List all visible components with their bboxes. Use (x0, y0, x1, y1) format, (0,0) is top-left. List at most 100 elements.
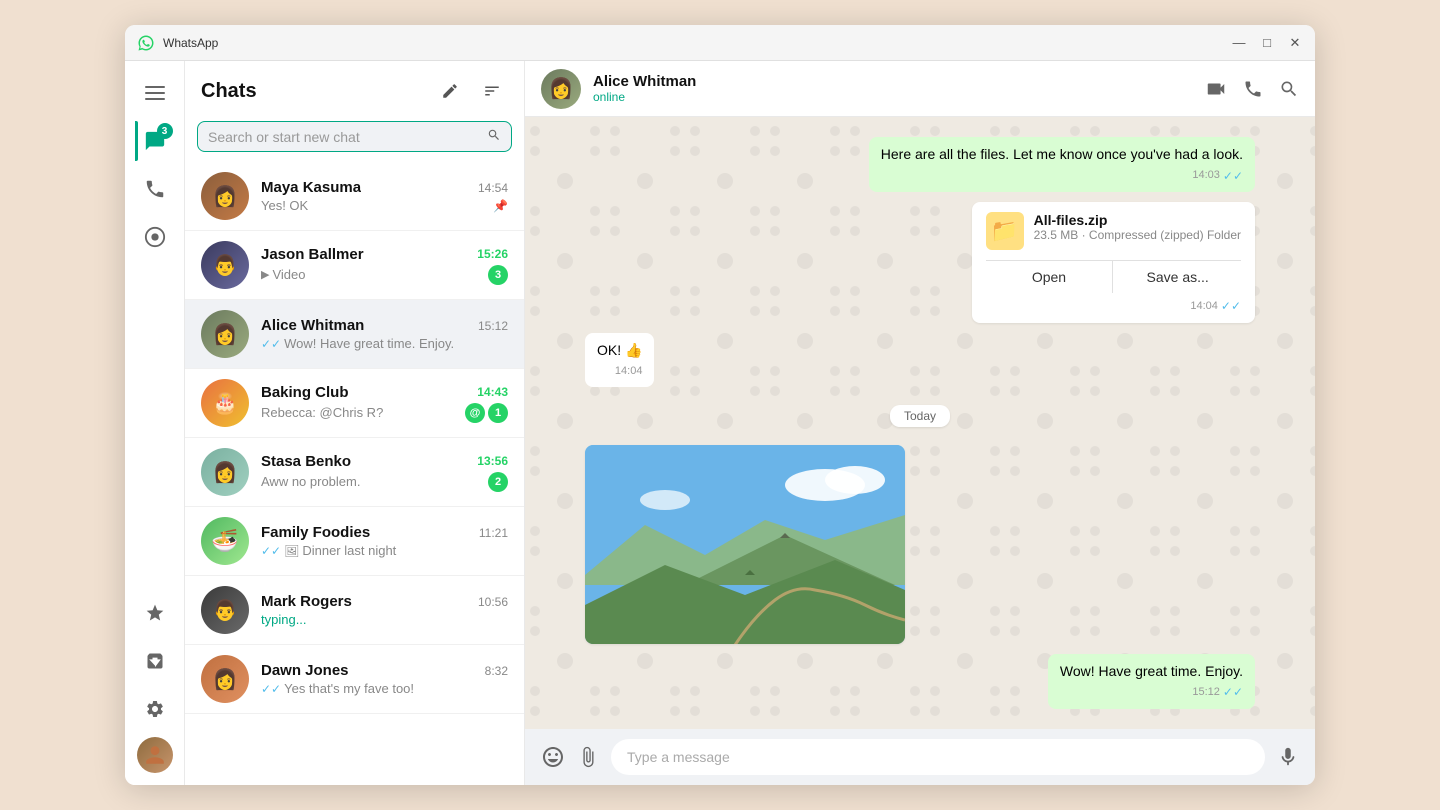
minimize-button[interactable]: — (1231, 35, 1247, 51)
chat-info-dawn: Dawn Jones 8:32 ✓✓ Yes that's my fave to… (261, 662, 508, 696)
message-text-ok: OK! 👍 (597, 342, 642, 358)
chat-info-family: Family Foodies 11:21 ✓✓ 🖼 Dinner last ni… (261, 524, 508, 558)
message-text-1: Here are all the files. Let me know once… (881, 146, 1243, 162)
chat-input-area (525, 729, 1315, 785)
messages-area: Here are all the files. Let me know once… (525, 117, 1315, 729)
chat-info-baking: Baking Club 14:43 Rebecca: @Chris R? @ 1 (261, 384, 508, 423)
nav-chats-button[interactable]: 3 (135, 121, 175, 161)
active-indicator (135, 121, 138, 161)
image-preview-icon: 🖼 (284, 544, 299, 558)
chat-info-mark: Mark Rogers 10:56 typing... (261, 593, 508, 627)
nav-archive-button[interactable] (135, 641, 175, 681)
emoji-button[interactable] (541, 745, 565, 769)
message-time-2: 15:12 (1192, 685, 1220, 700)
file-read-receipt: ✓✓ (1221, 299, 1241, 313)
chat-header-actions (1205, 78, 1299, 100)
mountain-svg (585, 445, 905, 643)
message-meta-1: 14:03 ✓✓ (881, 168, 1243, 185)
chats-badge: 3 (157, 123, 173, 139)
save-file-button[interactable]: Save as... (1114, 261, 1241, 293)
app-title: WhatsApp (163, 36, 1223, 50)
nav-settings-button[interactable] (135, 689, 175, 729)
search-messages-button[interactable] (1279, 78, 1299, 100)
chat-name-maya: Maya Kasuma (261, 179, 361, 196)
chat-info-maya: Maya Kasuma 14:54 Yes! OK 📌 (261, 179, 508, 213)
whatsapp-logo-icon (137, 34, 155, 52)
chat-preview-stasa: Aww no problem. (261, 474, 488, 489)
open-file-button[interactable]: Open (986, 261, 1114, 293)
chat-list: 👩 Maya Kasuma 14:54 Yes! OK 📌 (185, 162, 524, 785)
avatar-alice: 👩 (201, 310, 249, 358)
message-meta-ok: 14:04 (597, 364, 642, 379)
chat-preview-alice: ✓✓ Wow! Have great time. Enjoy. (261, 336, 508, 351)
chat-list-panel: Chats (185, 61, 525, 785)
close-button[interactable]: ✕ (1287, 35, 1303, 51)
message-text-2: Wow! Have great time. Enjoy. (1060, 663, 1243, 679)
chat-name-mark: Mark Rogers (261, 593, 352, 610)
new-chat-button[interactable] (434, 75, 466, 107)
chat-item-stasa[interactable]: 👩 Stasa Benko 13:56 Aww no problem. 2 (185, 438, 524, 507)
message-time-1: 14:03 (1192, 168, 1220, 183)
double-check-family: ✓✓ (261, 544, 281, 558)
count-badge-baking: 1 (488, 403, 508, 423)
chat-item-dawn[interactable]: 👩 Dawn Jones 8:32 ✓✓ Yes that's my fave … (185, 645, 524, 714)
nav-starred-button[interactable] (135, 593, 175, 633)
attach-button[interactable] (577, 746, 599, 768)
file-name: All-files.zip (1034, 212, 1241, 228)
chat-item-family[interactable]: 🍜 Family Foodies 11:21 ✓✓ 🖼 Dinner last … (185, 507, 524, 576)
message-meta-2: 15:12 ✓✓ (1060, 684, 1243, 701)
chat-preview-family: ✓✓ 🖼 Dinner last night (261, 543, 508, 558)
nav-user-avatar[interactable] (137, 737, 173, 773)
badge-stasa: 2 (488, 472, 508, 492)
avatar-family: 🍜 (201, 517, 249, 565)
message-bubble-sent-2: Wow! Have great time. Enjoy. 15:12 ✓✓ (1048, 654, 1255, 709)
avatar-stasa: 👩 (201, 448, 249, 496)
message-input[interactable] (611, 739, 1265, 775)
search-icon[interactable] (487, 128, 501, 145)
message-time-ok: 14:04 (615, 364, 643, 379)
nav-menu-button[interactable] (135, 73, 175, 113)
chat-time-mark: 10:56 (478, 595, 508, 609)
file-size: 23.5 MB · Compressed (zipped) Folder (1034, 228, 1241, 242)
filter-button[interactable] (476, 75, 508, 107)
double-check-dawn: ✓✓ (261, 682, 281, 696)
nav-status-button[interactable] (135, 217, 175, 257)
chat-list-header-icons (434, 75, 508, 107)
chat-info-jason: Jason Ballmer 15:26 ▶ Video 3 (261, 246, 508, 285)
video-call-button[interactable] (1205, 78, 1227, 100)
chat-contact-avatar[interactable]: 👩 (541, 69, 581, 109)
chat-time-maya: 14:54 (478, 181, 508, 195)
chat-time-jason: 15:26 (477, 247, 508, 261)
chat-name-jason: Jason Ballmer (261, 246, 364, 263)
nav-calls-button[interactable] (135, 169, 175, 209)
badge-baking: @ (465, 403, 485, 423)
file-details: All-files.zip 23.5 MB · Compressed (zipp… (1034, 212, 1241, 242)
chat-preview-mark: typing... (261, 612, 508, 627)
typing-indicator-mark: typing... (261, 612, 307, 627)
chat-preview-jason: ▶ Video (261, 267, 488, 282)
chat-time-stasa: 13:56 (477, 454, 508, 468)
image-placeholder (585, 445, 905, 643)
chat-item-maya[interactable]: 👩 Maya Kasuma 14:54 Yes! OK 📌 (185, 162, 524, 231)
chat-name-dawn: Dawn Jones (261, 662, 349, 679)
file-actions: Open Save as... (986, 260, 1241, 293)
voice-call-button[interactable] (1243, 78, 1263, 100)
read-receipt-2: ✓✓ (1223, 684, 1243, 701)
chat-item-mark[interactable]: 👨 Mark Rogers 10:56 typing... (185, 576, 524, 645)
image-bubble: So beautiful here! 15:06 ❤️ (585, 445, 905, 643)
chat-time-family: 11:21 (479, 526, 508, 540)
avatar-maya: 👩 (201, 172, 249, 220)
chat-header: 👩 Alice Whitman online (525, 61, 1315, 117)
chat-item-baking[interactable]: 🎂 Baking Club 14:43 Rebecca: @Chris R? @… (185, 369, 524, 438)
chat-preview-maya: Yes! OK (261, 198, 493, 213)
chat-info-stasa: Stasa Benko 13:56 Aww no problem. 2 (261, 453, 508, 492)
chat-list-title: Chats (201, 80, 257, 103)
chat-item-alice[interactable]: 👩 Alice Whitman 15:12 ✓✓ Wow! Have great… (185, 300, 524, 369)
chat-item-jason[interactable]: 👨 Jason Ballmer 15:26 ▶ Video 3 (185, 231, 524, 300)
pin-icon-maya: 📌 (493, 199, 508, 213)
message-bubble-received-1: OK! 👍 14:04 (585, 333, 654, 387)
title-bar: WhatsApp — □ ✕ (125, 25, 1315, 61)
search-input[interactable] (208, 129, 481, 145)
microphone-button[interactable] (1277, 746, 1299, 768)
maximize-button[interactable]: □ (1259, 35, 1275, 51)
